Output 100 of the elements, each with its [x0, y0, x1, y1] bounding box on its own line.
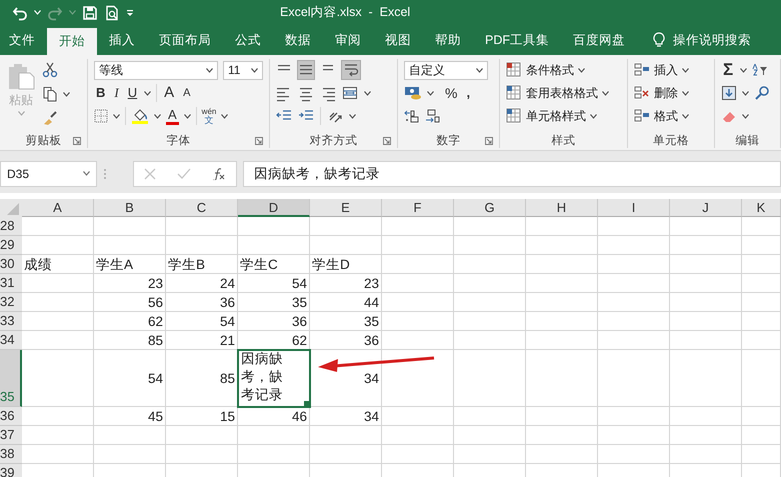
- ribbon-tab[interactable]: 审阅: [323, 25, 373, 55]
- grid-cell[interactable]: 54: [94, 350, 166, 407]
- grid-cell[interactable]: [742, 445, 781, 464]
- grid-cell[interactable]: [598, 350, 670, 407]
- grid-cell[interactable]: [598, 274, 670, 293]
- row-header[interactable]: 33: [0, 312, 22, 331]
- grid-cell[interactable]: 85: [166, 350, 238, 407]
- row-header[interactable]: 34: [0, 331, 22, 350]
- grid-cell[interactable]: [454, 255, 526, 274]
- ribbon-tab[interactable]: PDF工具集: [473, 25, 561, 55]
- grid-cell[interactable]: [454, 293, 526, 312]
- cells-menu-button[interactable]: 格式: [634, 106, 708, 126]
- formula-input[interactable]: 因病缺考，缺考记录: [243, 160, 781, 186]
- column-header[interactable]: G: [454, 199, 526, 217]
- ribbon-tab[interactable]: 帮助: [423, 25, 473, 55]
- grid-cell[interactable]: 15: [166, 407, 238, 426]
- grid-cell[interactable]: [310, 445, 382, 464]
- grid-cell[interactable]: 24: [166, 274, 238, 293]
- grid-cell[interactable]: [526, 426, 598, 445]
- grid-cell[interactable]: [598, 445, 670, 464]
- grid-cell[interactable]: [166, 236, 238, 255]
- grid-cell[interactable]: [454, 350, 526, 407]
- grid-cell[interactable]: [742, 293, 781, 312]
- grid-cell[interactable]: 46: [238, 407, 310, 426]
- grid-cell[interactable]: [670, 407, 742, 426]
- save-icon[interactable]: [82, 4, 98, 20]
- column-header[interactable]: E: [310, 199, 382, 217]
- grid-cell[interactable]: [670, 350, 742, 407]
- row-header[interactable]: 29: [0, 236, 22, 255]
- wrap-text-icon[interactable]: [342, 61, 360, 79]
- percent-button[interactable]: %: [443, 84, 460, 102]
- grid-cell[interactable]: [598, 331, 670, 350]
- grid-cell[interactable]: 62: [94, 312, 166, 331]
- grid-cell[interactable]: 36: [238, 312, 310, 331]
- column-header[interactable]: H: [526, 199, 598, 217]
- grid-cell[interactable]: [742, 312, 781, 331]
- grid-cell[interactable]: [670, 312, 742, 331]
- column-header[interactable]: J: [670, 199, 742, 217]
- style-menu-button[interactable]: 单元格样式: [506, 106, 621, 126]
- grid-cell[interactable]: [238, 426, 310, 445]
- drag-handle-icon[interactable]: [103, 168, 107, 180]
- grid-cell[interactable]: 34: [310, 407, 382, 426]
- caret-icon[interactable]: [682, 90, 689, 96]
- font-size-field[interactable]: 11: [223, 60, 263, 80]
- grid-cell[interactable]: [382, 350, 454, 407]
- comma-button[interactable]: ,: [464, 84, 472, 102]
- grid-cell[interactable]: [310, 217, 382, 236]
- cells-menu-button[interactable]: 删除: [634, 83, 708, 103]
- grid-cell[interactable]: [454, 217, 526, 236]
- customize-menu-icon[interactable]: [126, 8, 134, 16]
- grid-cell[interactable]: [670, 293, 742, 312]
- caret-icon[interactable]: [83, 171, 90, 176]
- currency-icon[interactable]: [404, 85, 422, 101]
- scissors-icon[interactable]: [42, 62, 58, 78]
- caret-icon[interactable]: [602, 90, 609, 96]
- grid-cell[interactable]: [526, 217, 598, 236]
- grid-cell[interactable]: [22, 331, 94, 350]
- grid-cell[interactable]: [94, 236, 166, 255]
- grid-cell[interactable]: [94, 445, 166, 464]
- name-box[interactable]: D35: [0, 160, 97, 186]
- grid-cell[interactable]: [526, 312, 598, 331]
- decrease-font-size-button[interactable]: A: [181, 84, 192, 102]
- caret-icon[interactable]: [578, 68, 585, 72]
- grid-cell[interactable]: [598, 426, 670, 445]
- column-header[interactable]: C: [166, 199, 238, 217]
- search-icon[interactable]: [754, 85, 770, 101]
- grid-cell[interactable]: 56: [94, 293, 166, 312]
- grid-cell[interactable]: [22, 217, 94, 236]
- row-header[interactable]: 36: [0, 407, 22, 426]
- grid-cell[interactable]: 学生A: [94, 255, 166, 274]
- grid-cell[interactable]: [382, 331, 454, 350]
- ribbon-tab[interactable]: 视图: [373, 25, 423, 55]
- grid-cell[interactable]: [526, 350, 598, 407]
- grid-cell[interactable]: [670, 426, 742, 445]
- grid-cell[interactable]: [238, 236, 310, 255]
- caret-icon[interactable]: [682, 68, 689, 72]
- grid-cell[interactable]: [526, 293, 598, 312]
- ribbon-tab[interactable]: 页面布局: [147, 25, 223, 55]
- cells-menu-button[interactable]: 插入: [634, 60, 708, 80]
- grid-cell[interactable]: [382, 426, 454, 445]
- grid-cell[interactable]: [742, 407, 781, 426]
- caret-icon[interactable]: [144, 90, 152, 96]
- column-header[interactable]: A: [22, 199, 94, 217]
- caret-icon[interactable]: [206, 68, 213, 72]
- caret-icon[interactable]: [63, 92, 70, 96]
- grid-cell[interactable]: 35: [310, 312, 382, 331]
- increase-decimal-icon[interactable]: [404, 109, 420, 123]
- caret-icon[interactable]: [251, 68, 258, 72]
- grid-cell[interactable]: [310, 236, 382, 255]
- column-header[interactable]: I: [598, 199, 670, 217]
- select-all-icon[interactable]: [0, 199, 22, 217]
- row-header[interactable]: 37: [0, 426, 22, 445]
- caret-icon[interactable]: [184, 114, 191, 118]
- grid-cell[interactable]: 45: [94, 407, 166, 426]
- grid-cell[interactable]: 44: [310, 293, 382, 312]
- grid-cell[interactable]: [598, 255, 670, 274]
- font-color-button[interactable]: A: [166, 108, 179, 124]
- grid-cell[interactable]: [598, 236, 670, 255]
- format-painter-icon[interactable]: [42, 110, 58, 126]
- grid-cell[interactable]: [454, 274, 526, 293]
